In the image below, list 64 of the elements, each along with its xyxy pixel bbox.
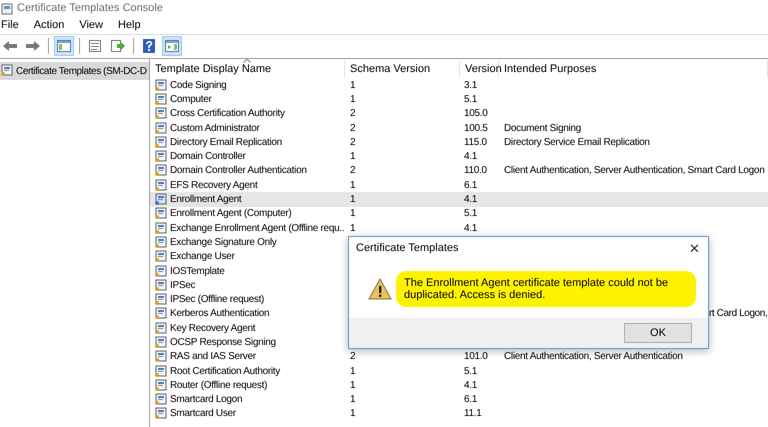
template-name: Smartcard Logon <box>170 393 242 408</box>
template-name: Exchange Enrollment Agent (Offline requ... <box>170 222 345 236</box>
table-cell: 2 <box>350 351 356 362</box>
template-name: IOSTemplate <box>170 264 225 279</box>
template-name: Directory Email Replication <box>170 136 282 150</box>
template-name: IPSec <box>170 278 196 293</box>
table-cell: Client Authentication, Server Authentication <box>504 351 683 362</box>
template-name: RAS and IAS Server <box>170 350 256 364</box>
template-name: Computer <box>170 92 212 107</box>
table-cell: 5.1 <box>464 94 478 105</box>
table-cell: 1 <box>350 180 356 191</box>
table-cell: 4.1 <box>464 380 478 391</box>
template-name: Exchange Signature Only <box>170 236 277 250</box>
window-title: Certificate Templates Console <box>17 1 163 16</box>
table-cell: 1 <box>350 222 356 234</box>
table-cell: 2 <box>350 108 356 120</box>
table-cell: 11.1 <box>464 408 482 420</box>
table-cell: 1 <box>350 151 356 162</box>
table-cell: Document Signing <box>504 122 581 134</box>
template-name: Smartcard User <box>170 407 236 422</box>
table-cell: 2 <box>350 136 356 148</box>
table-cell: 1 <box>350 80 356 91</box>
table-cell: Directory Service Email Replication <box>504 136 650 148</box>
table-cell: rt Card Logon, <box>709 308 768 320</box>
template-name: Exchange User <box>170 250 234 264</box>
template-name: Cross Certification Authority <box>170 107 285 122</box>
table-cell: 100.5 <box>464 122 488 134</box>
table-cell: 4.1 <box>464 151 478 162</box>
table-cell: 1 <box>350 194 356 206</box>
table-cell: 6.1 <box>464 180 478 191</box>
table-cell: 1 <box>350 366 356 377</box>
table-cell: 2 <box>350 165 356 176</box>
table-cell: 1 <box>350 394 356 406</box>
table-cell: 3.1 <box>464 80 478 91</box>
table-cell: 105.0 <box>464 108 488 120</box>
table-cell: 1 <box>350 94 356 105</box>
template-name: Kerberos Authentication <box>170 307 270 322</box>
template-name: Root Certification Authority <box>170 364 280 379</box>
table-cell: 1 <box>350 208 356 220</box>
table-cell: 1 <box>350 408 356 420</box>
table-cell: 5.1 <box>464 366 478 377</box>
table-cell: 5.1 <box>464 208 478 220</box>
template-name: Domain Controller Authentication <box>170 164 307 178</box>
template-name: Key Recovery Agent <box>170 322 256 336</box>
error-message: The Enrollment Agent certificate template could not be duplicated. Access is denied. <box>396 270 696 306</box>
template-name: Enrollment Agent (Computer) <box>170 207 292 222</box>
table-cell: 4.1 <box>464 194 478 206</box>
table-cell: Client Authentication, Server Authentication, Smart Card Logon <box>504 165 764 176</box>
table-cell: 110.0 <box>464 165 487 176</box>
template-name: Enrollment Agent <box>170 193 242 208</box>
table-cell: 6.1 <box>464 394 478 406</box>
template-name: OCSP Response Signing <box>170 336 276 350</box>
template-name: Custom Administrator <box>170 122 260 136</box>
table-cell: 115.0 <box>464 136 487 148</box>
template-name: EFS Recovery Agent <box>170 178 258 193</box>
table-cell: 2 <box>350 122 356 134</box>
template-name: Code Signing <box>170 78 226 93</box>
table-cell: 1 <box>350 380 356 391</box>
table-cell: 4.1 <box>464 222 478 234</box>
template-name: Domain Controller <box>170 150 246 164</box>
template-name: Router (Offline request) <box>170 378 268 393</box>
dialog-title: Certificate Templates <box>356 240 459 256</box>
table-cell: 101.0 <box>464 351 488 362</box>
template-name: IPSec (Offline request) <box>170 293 264 308</box>
